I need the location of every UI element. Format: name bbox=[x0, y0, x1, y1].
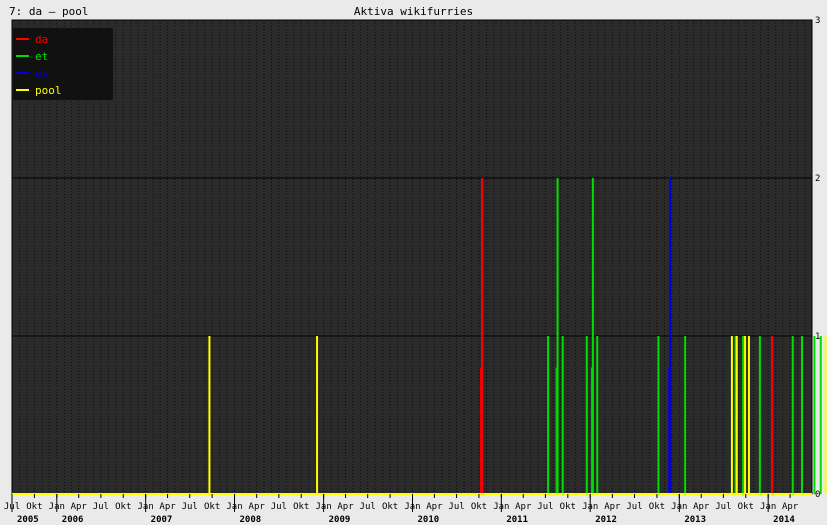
y-tick-label: 0 bbox=[815, 490, 820, 500]
x-tick-label-month: Apr bbox=[604, 502, 621, 512]
legend-label-es: es bbox=[35, 67, 48, 80]
x-tick-label-month: Jul bbox=[182, 502, 198, 512]
x-tick-label-year: 2008 bbox=[240, 515, 262, 525]
x-tick-label-year: 2012 bbox=[595, 515, 617, 525]
x-tick-label-month: Jul bbox=[537, 502, 553, 512]
legend: da et es pool bbox=[13, 28, 113, 100]
x-tick-label-month: Okt bbox=[738, 502, 754, 512]
x-tick-label-month: Jul bbox=[93, 502, 109, 512]
x-tick-label-month: Apr bbox=[249, 502, 266, 512]
x-tick-label-month: Okt bbox=[382, 502, 398, 512]
x-tick-label-month: Apr bbox=[515, 502, 532, 512]
x-tick-label-month: Apr bbox=[426, 502, 443, 512]
x-tick-labels: Jul Okt Jan Apr Jul Okt Jan Apr Jul Okt Jan Apr Jul O… bbox=[4, 494, 799, 525]
x-tick-label-month: Okt bbox=[293, 502, 309, 512]
x-tick-label-month: Apr bbox=[159, 502, 176, 512]
x-tick-label-month: Okt bbox=[115, 502, 131, 512]
x-tick-label-year: 2007 bbox=[151, 515, 173, 525]
x-tick-label-year: 2009 bbox=[329, 515, 351, 525]
x-tick-label-year: 2011 bbox=[506, 515, 528, 525]
x-tick-label-month: Jul bbox=[448, 502, 464, 512]
x-tick-label-month: Apr bbox=[693, 502, 710, 512]
legend-label-da: da bbox=[35, 33, 48, 46]
x-tick-label-year: 2005 bbox=[17, 515, 39, 525]
y-tick-label: 2 bbox=[815, 174, 820, 184]
y-tick-label: 1 bbox=[815, 332, 820, 342]
x-tick-label-month: Jul bbox=[271, 502, 287, 512]
x-tick-label-month: Apr bbox=[782, 502, 799, 512]
x-tick-label-year: 2014 bbox=[773, 515, 795, 525]
x-tick-label-year: 2006 bbox=[62, 515, 84, 525]
legend-label-et: et bbox=[35, 50, 48, 63]
x-tick-label-year: 2010 bbox=[417, 515, 439, 525]
x-tick-label-month: Jul bbox=[626, 502, 642, 512]
x-tick-label-month: Jul bbox=[715, 502, 731, 512]
x-tick-label-year: 2013 bbox=[684, 515, 706, 525]
x-tick-label-month: Okt bbox=[471, 502, 487, 512]
x-tick-label-month: Okt bbox=[649, 502, 665, 512]
y-tick-labels: 0 1 2 3 bbox=[815, 16, 820, 500]
x-tick-label-month: Okt bbox=[26, 502, 42, 512]
x-tick-label-month: Okt bbox=[204, 502, 220, 512]
legend-label-pool: pool bbox=[35, 84, 62, 97]
x-tick-label-month: Jul bbox=[360, 502, 376, 512]
y-tick-label: 3 bbox=[815, 16, 820, 26]
chart-svg: 0123 Jul Okt Jan Apr Jul Okt Jan Apr Jul Okt Jan Ap… bbox=[4, 16, 827, 525]
x-tick-label-month: Apr bbox=[337, 502, 354, 512]
x-tick-label-month: Okt bbox=[560, 502, 576, 512]
chart-page: { "header": { "left_label": "7: da \u201… bbox=[0, 0, 827, 525]
x-tick-label-month: Apr bbox=[71, 502, 88, 512]
